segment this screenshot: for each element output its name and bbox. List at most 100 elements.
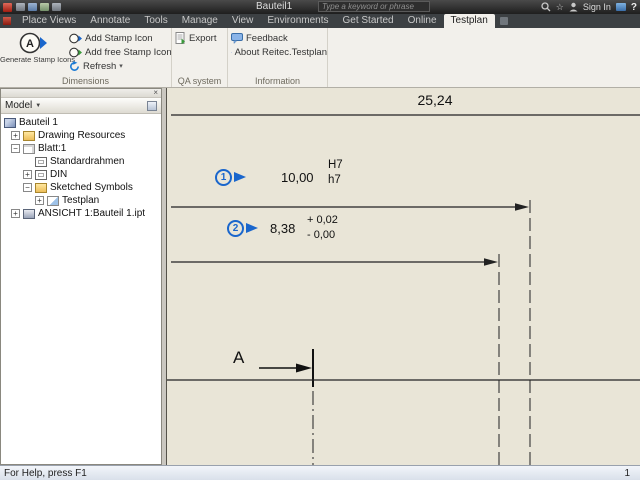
tab-testplan[interactable]: Testplan (444, 14, 495, 28)
expand-icon[interactable]: + (11, 209, 20, 218)
add-free-stamp-icon-label: Add free Stamp Icon (85, 47, 172, 58)
tree-item-testplan[interactable]: + Testplan (1, 194, 161, 207)
application-menu-icon[interactable] (3, 17, 11, 25)
dimension-2-tolerance-lower[interactable]: - 0,00 (307, 229, 335, 241)
redo-icon[interactable] (52, 3, 61, 11)
undo-icon[interactable] (40, 3, 49, 11)
tree-item-ansicht1[interactable]: + ANSICHT 1:Bauteil 1.ipt (1, 207, 161, 220)
stamp-free-small-icon (69, 47, 82, 58)
about-label: About Reitec.Testplan (235, 47, 327, 58)
model-browser-panel: × Model ▼ Bauteil 1 + Drawing Resources … (0, 88, 162, 465)
dimension-1-fit-lower[interactable]: h7 (328, 174, 341, 186)
help-icon[interactable]: ? (631, 2, 637, 13)
refresh-button[interactable]: Refresh ▾ (66, 59, 172, 73)
tree-item-blatt1[interactable]: − Blatt:1 (1, 142, 161, 155)
screencast-icon[interactable] (616, 3, 626, 11)
tree-item-sketched-symbols[interactable]: − Sketched Symbols (1, 181, 161, 194)
browser-grip-bar[interactable]: × (1, 89, 161, 98)
user-icon[interactable] (569, 2, 578, 12)
tree-item-label: DIN (50, 169, 67, 180)
ribbon-display-icon[interactable] (500, 17, 508, 25)
balloon-2[interactable]: 2 (227, 220, 244, 237)
ribbon: A Generate Stamp Icons Add Stamp Icon Ad… (0, 28, 640, 88)
section-label[interactable]: A (233, 348, 244, 368)
status-help-text: For Help, press F1 (0, 468, 87, 479)
symbol-icon (47, 196, 59, 206)
folder-icon (23, 131, 35, 141)
tab-view[interactable]: View (225, 14, 261, 28)
tab-place-views[interactable]: Place Views (15, 14, 83, 28)
tab-tools[interactable]: Tools (137, 14, 174, 28)
dimension-1-value[interactable]: 10,00 (281, 170, 314, 185)
folder-icon (35, 183, 47, 193)
tree-item-drawing-resources[interactable]: + Drawing Resources (1, 129, 161, 142)
dim-arrow-balloon1[interactable] (515, 203, 529, 211)
model-tree: Bauteil 1 + Drawing Resources − Blatt:1 … (1, 114, 161, 220)
title-block-icon (35, 170, 47, 180)
stamp-small-icon (69, 33, 82, 44)
ribbon-tab-bar: Place Views Annotate Tools Manage View E… (0, 14, 640, 28)
tab-get-started[interactable]: Get Started (335, 14, 400, 28)
border-icon (35, 157, 47, 167)
collapse-icon[interactable]: − (23, 183, 32, 192)
tree-item-bauteil1[interactable]: Bauteil 1 (1, 116, 161, 129)
feedback-icon (231, 33, 243, 44)
section-arrow-head[interactable] (296, 364, 312, 373)
search-input[interactable] (318, 1, 430, 12)
tree-item-label: ANSICHT 1:Bauteil 1.ipt (38, 208, 145, 219)
dim-arrow-balloon2[interactable] (484, 258, 498, 266)
balloon-2-flag-icon[interactable] (246, 223, 258, 233)
dimension-overall[interactable]: 25,24 (399, 92, 471, 108)
drawing-geometry (167, 88, 640, 465)
balloon-1-flag-icon[interactable] (234, 172, 246, 182)
expand-icon[interactable]: + (35, 196, 44, 205)
browser-header-dropdown-icon[interactable]: ▼ (35, 103, 41, 109)
export-button[interactable]: Export (172, 31, 227, 45)
panel-qa-label: QA system (172, 76, 227, 86)
browser-close-icon[interactable]: × (153, 89, 158, 97)
drawing-view-icon (23, 209, 35, 219)
browser-header[interactable]: Model ▼ (1, 98, 161, 114)
tree-item-label: Bauteil 1 (19, 117, 58, 128)
new-file-icon[interactable] (16, 3, 25, 11)
svg-text:A: A (26, 38, 34, 50)
status-bar: For Help, press F1 1 (0, 465, 640, 480)
save-icon[interactable] (28, 3, 37, 11)
titlebar: Bauteil1 ☆ Sign In ? (0, 0, 640, 14)
panel-dimensions: A Generate Stamp Icons Add Stamp Icon Ad… (0, 28, 172, 87)
sheet-icon (23, 144, 35, 154)
generate-stamp-icons-label: Generate Stamp Icons (0, 55, 66, 64)
refresh-dropdown-icon[interactable]: ▾ (119, 62, 123, 70)
tab-manage[interactable]: Manage (175, 14, 225, 28)
collapse-icon[interactable]: − (11, 144, 20, 153)
expand-icon[interactable]: + (11, 131, 20, 140)
app-logo-icon[interactable] (3, 3, 12, 12)
dimension-2-value[interactable]: 8,38 (270, 221, 295, 236)
tree-item-standardrahmen[interactable]: Standardrahmen (1, 155, 161, 168)
refresh-label: Refresh (83, 61, 116, 72)
favorites-star-icon[interactable]: ☆ (556, 0, 564, 14)
tab-annotate[interactable]: Annotate (83, 14, 137, 28)
panel-information: Feedback i About Reitec.Testplan Informa… (228, 28, 328, 87)
add-stamp-icon-button[interactable]: Add Stamp Icon (66, 31, 172, 45)
about-button[interactable]: i About Reitec.Testplan (228, 45, 327, 59)
browser-filter-icon[interactable] (147, 101, 157, 111)
expand-icon[interactable]: + (23, 170, 32, 179)
feedback-button[interactable]: Feedback (228, 31, 327, 45)
stamp-icon: A (19, 31, 47, 55)
document-title: Bauteil1 (256, 1, 292, 12)
dimension-2-tolerance-upper[interactable]: + 0,02 (307, 214, 338, 226)
add-stamp-icon-label: Add Stamp Icon (85, 33, 153, 44)
dimension-1-fit-upper[interactable]: H7 (328, 159, 343, 171)
sign-in-button[interactable]: Sign In (583, 2, 611, 12)
drawing-canvas[interactable]: 25,24 1 10,00 H7 h7 2 8,38 + 0,02 - 0,00… (166, 88, 640, 465)
tree-item-din[interactable]: + DIN (1, 168, 161, 181)
tab-online[interactable]: Online (401, 14, 444, 28)
part-icon (4, 118, 16, 128)
balloon-1[interactable]: 1 (215, 169, 232, 186)
search-icon[interactable] (541, 2, 551, 12)
tab-environments[interactable]: Environments (260, 14, 335, 28)
add-free-stamp-icon-button[interactable]: Add free Stamp Icon (66, 45, 172, 59)
tree-item-label: Sketched Symbols (50, 182, 133, 193)
export-label: Export (189, 33, 216, 44)
